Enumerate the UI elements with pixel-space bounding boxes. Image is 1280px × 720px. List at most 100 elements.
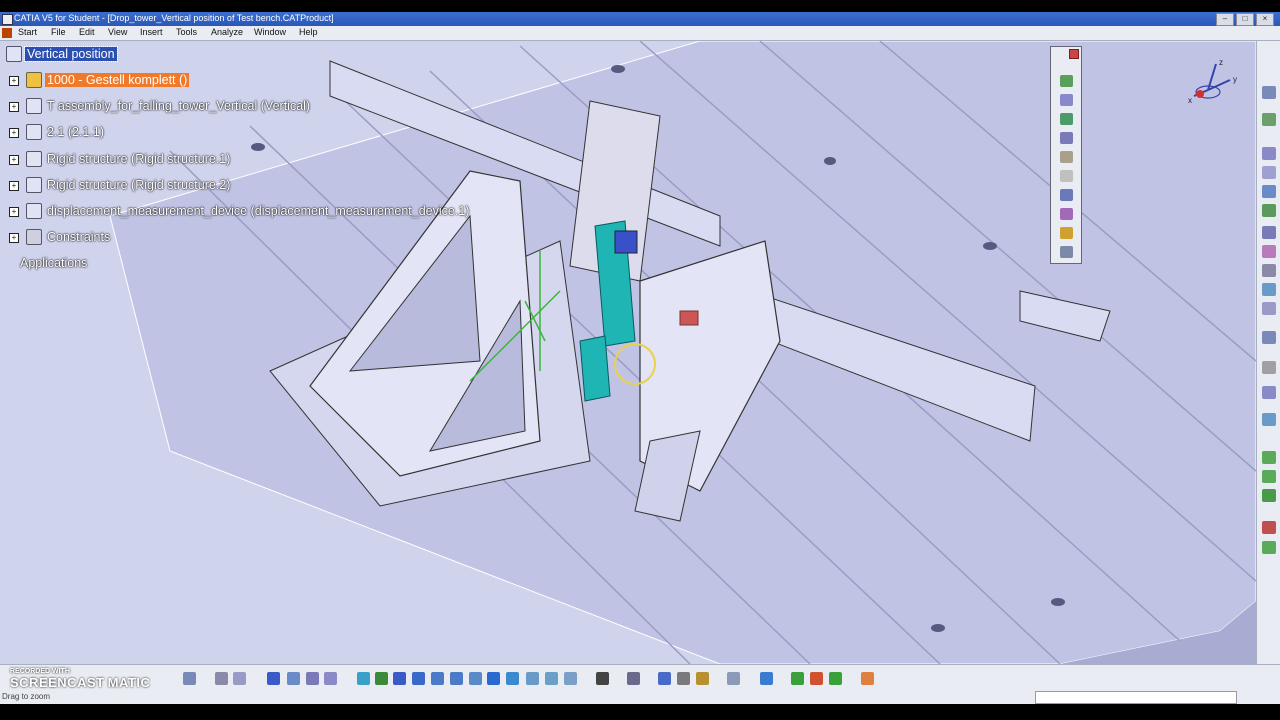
toolbar-tool-icon[interactable]	[1262, 113, 1276, 126]
toolbar-tool-icon[interactable]	[1262, 185, 1276, 198]
toolbar-tool-icon[interactable]	[1262, 283, 1276, 296]
change-constraint-icon[interactable]	[1060, 227, 1073, 239]
toolbar-tool-icon[interactable]	[1262, 361, 1276, 374]
camera-icon[interactable]	[596, 672, 609, 685]
tree-node-label[interactable]: Applications	[18, 256, 89, 270]
expand-icon[interactable]: +	[9, 181, 19, 191]
toolbar-tool-icon[interactable]	[324, 672, 337, 685]
toolbar-tool-icon[interactable]	[1262, 226, 1276, 239]
menu-help[interactable]: Help	[299, 27, 318, 37]
zoom-in-icon[interactable]	[431, 672, 444, 685]
toolbar-tool-icon[interactable]	[810, 672, 823, 685]
minimize-button[interactable]: –	[1216, 13, 1234, 26]
toolbar-tool-icon[interactable]	[1262, 451, 1276, 464]
quick-constraint-icon[interactable]	[1060, 189, 1073, 201]
tree-node-displacement[interactable]: + displacement_measurement_device (displ…	[6, 201, 471, 221]
toolbar-tool-icon[interactable]	[1262, 264, 1276, 277]
toolbar-tool-icon[interactable]	[627, 672, 640, 685]
rotate-icon[interactable]	[412, 672, 425, 685]
tree-node-rigid-2[interactable]: + Rigid structure (Rigid structure.2)	[6, 175, 232, 195]
toolbar-tool-icon[interactable]	[677, 672, 690, 685]
tree-node-constraints[interactable]: + Constraints	[6, 227, 112, 247]
toolbar-tool-icon[interactable]	[760, 672, 773, 685]
tree-root[interactable]: Vertical position	[6, 44, 118, 64]
toolbar-tool-icon[interactable]	[215, 672, 228, 685]
toolbar-tool-icon[interactable]	[791, 672, 804, 685]
compass-icon[interactable]: z y x	[1186, 56, 1246, 113]
menu-file[interactable]: File	[51, 27, 66, 37]
pan-icon[interactable]	[393, 672, 406, 685]
menu-tools[interactable]: Tools	[176, 27, 197, 37]
toolbar-tool-icon[interactable]	[287, 672, 300, 685]
toolbar-tool-icon[interactable]	[1262, 521, 1276, 534]
toolbar-tool-icon[interactable]	[696, 672, 709, 685]
zoom-out-icon[interactable]	[450, 672, 463, 685]
toolbar-tool-icon[interactable]	[306, 672, 319, 685]
coincidence-icon[interactable]	[1060, 94, 1073, 106]
expand-icon[interactable]: +	[9, 207, 19, 217]
toolbar-tool-icon[interactable]	[1262, 245, 1276, 258]
tree-node-label[interactable]: 2.1 (2.1.1)	[45, 125, 106, 139]
toolbar-tool-icon[interactable]	[1262, 166, 1276, 179]
tree-node-rigid-1[interactable]: + Rigid structure (Rigid structure.1)	[6, 149, 232, 169]
toolbar-tool-icon[interactable]	[375, 672, 388, 685]
toolbar-tool-icon[interactable]	[829, 672, 842, 685]
command-input[interactable]	[1035, 691, 1237, 704]
angle-icon[interactable]	[1060, 151, 1073, 163]
tree-node-label[interactable]: Constraints	[45, 230, 112, 244]
expand-icon[interactable]: +	[9, 233, 19, 243]
tree-node-label[interactable]: displacement_measurement_device (displac…	[45, 204, 471, 218]
toolbar-tool-icon[interactable]	[267, 672, 280, 685]
menu-start[interactable]: Start	[18, 27, 37, 37]
fix-together-icon[interactable]	[1060, 170, 1073, 182]
toolbar-tool-icon[interactable]	[1262, 489, 1276, 502]
expand-icon[interactable]: +	[9, 155, 19, 165]
toolbar-tool-icon[interactable]	[1262, 386, 1276, 399]
expand-icon[interactable]: +	[9, 102, 19, 112]
menu-insert[interactable]: Insert	[140, 27, 163, 37]
tree-node-gestell[interactable]: + 1000 - Gestell komplett ()	[6, 70, 190, 90]
toolbar-tool-icon[interactable]	[1262, 470, 1276, 483]
menu-analyze[interactable]: Analyze	[211, 27, 243, 37]
toolbar-tool-icon[interactable]	[1262, 302, 1276, 315]
menu-edit[interactable]: Edit	[79, 27, 95, 37]
fix-component-icon[interactable]	[1060, 75, 1073, 87]
close-icon[interactable]	[1069, 49, 1079, 59]
hide-show-icon[interactable]	[526, 672, 539, 685]
tree-node-label[interactable]: Rigid structure (Rigid structure.2)	[45, 178, 232, 192]
swap-space-icon[interactable]	[545, 672, 558, 685]
toolbar-tool-icon[interactable]	[1262, 331, 1276, 344]
toolbar-tool-icon[interactable]	[658, 672, 671, 685]
normal-view-icon[interactable]	[469, 672, 482, 685]
menu-view[interactable]: View	[108, 27, 127, 37]
offset-icon[interactable]	[1060, 132, 1073, 144]
maximize-button[interactable]: □	[1236, 13, 1254, 26]
tree-node-label[interactable]: Rigid structure (Rigid structure.1)	[45, 152, 232, 166]
expand-icon[interactable]: +	[9, 76, 19, 86]
toolbar-tool-icon[interactable]	[233, 672, 246, 685]
toolbar-tool-icon[interactable]	[183, 672, 196, 685]
toolbar-tool-icon[interactable]	[1262, 147, 1276, 160]
toolbar-tool-icon[interactable]	[727, 672, 740, 685]
tree-node-label[interactable]: T assembly_for_falling_tower_Vertical (V…	[45, 99, 312, 113]
toolbar-tool-icon[interactable]	[1262, 541, 1276, 554]
expand-icon[interactable]: +	[9, 128, 19, 138]
menu-window[interactable]: Window	[254, 27, 286, 37]
reuse-pattern-icon[interactable]	[1060, 246, 1073, 258]
tree-root-label[interactable]: Vertical position	[24, 46, 118, 62]
toolbar-tool-icon[interactable]	[1262, 413, 1276, 426]
toolbar-tool-icon[interactable]	[357, 672, 370, 685]
toolbar-tool-icon[interactable]	[861, 672, 874, 685]
toolbar-tool-icon[interactable]	[564, 672, 577, 685]
flexible-rigid-icon[interactable]	[1060, 208, 1073, 220]
tree-node-2-1[interactable]: + 2.1 (2.1.1)	[6, 122, 106, 142]
iso-view-icon[interactable]	[487, 672, 500, 685]
close-button[interactable]: ×	[1256, 13, 1274, 26]
toolbar-tool-icon[interactable]	[1262, 204, 1276, 217]
toolbar-tool-icon[interactable]	[1262, 86, 1276, 99]
tree-node-label[interactable]: 1000 - Gestell komplett ()	[45, 73, 190, 87]
tree-node-t-assembly[interactable]: + T assembly_for_falling_tower_Vertical …	[6, 96, 312, 116]
tree-node-applications[interactable]: Applications	[18, 253, 89, 273]
contact-icon[interactable]	[1060, 113, 1073, 125]
view-mode-icon[interactable]	[506, 672, 519, 685]
